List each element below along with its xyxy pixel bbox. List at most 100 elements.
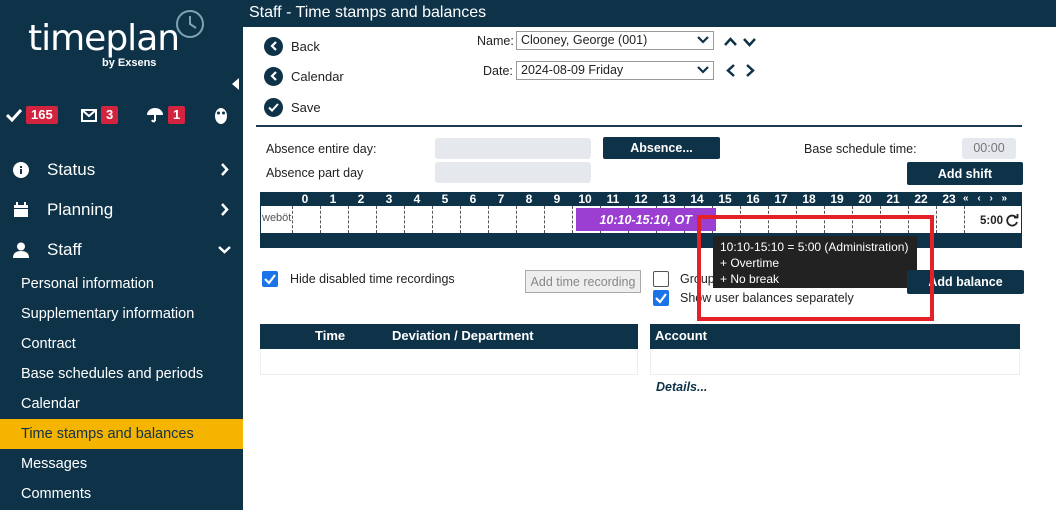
timeline-hour-label: 9 [553, 192, 561, 206]
nav-status-label: Status [47, 160, 96, 179]
nav-personal-information[interactable]: Personal information [0, 269, 243, 299]
timeline-hour-label: 5 [441, 192, 449, 206]
timeline-hour-label: 17 [774, 192, 788, 206]
nav-base-schedules[interactable]: Base schedules and periods [0, 359, 243, 389]
timeline-hour-label: 6 [469, 192, 477, 206]
save-button[interactable]: Save [264, 97, 321, 117]
add-time-recording-button[interactable]: Add time recording [525, 270, 641, 293]
timeline-hour-label: 15 [718, 192, 732, 206]
details-link[interactable]: Details... [656, 380, 707, 394]
deviation-column-header[interactable]: Deviation / Department [392, 328, 534, 343]
group-checkbox[interactable] [653, 271, 669, 287]
absence-button[interactable]: Absence... [603, 137, 720, 159]
refresh-icon[interactable] [1006, 214, 1019, 227]
save-label: Save [291, 99, 321, 115]
collapse-sidebar-icon[interactable] [232, 78, 239, 90]
calendar-label: Calendar [291, 68, 344, 84]
nav-status[interactable]: Status [0, 151, 243, 189]
timeline-total: 5:00 [980, 215, 1004, 227]
absence-entire-day-input[interactable] [435, 138, 591, 159]
date-label: Date: [483, 64, 513, 78]
absence-entire-day-label: Absence entire day: [266, 142, 377, 156]
timeline-hour-label: 16 [746, 192, 760, 206]
timeline-hour-label: 0 [301, 192, 309, 206]
timeline-hour-label: 10 [578, 192, 592, 206]
timeline-hour-separator [432, 206, 433, 233]
calendar-button[interactable]: Calendar [264, 66, 344, 86]
nav-calendar[interactable]: Calendar [0, 389, 243, 419]
envelope-icon [81, 108, 97, 122]
vacation-badge[interactable]: 1 [146, 103, 186, 127]
timeline-hour-separator [936, 206, 937, 233]
nav-planning[interactable]: Planning [0, 191, 243, 229]
timeline-hour-label: 23 [942, 192, 956, 206]
timeline-hour-separator [544, 206, 545, 233]
name-label: Name: [477, 34, 514, 48]
absence-part-day-label: Absence part day [266, 166, 364, 180]
title-bar: Staff - Time stamps and balances [243, 0, 1056, 27]
timeline-hour-separator [404, 206, 405, 233]
date-select[interactable]: 2024-08-09 Friday [516, 61, 714, 80]
date-value: 2024-08-09 Friday [521, 63, 624, 77]
base-schedule-time-value: 00:00 [962, 138, 1016, 159]
nav-supplementary-information[interactable]: Supplementary information [0, 299, 243, 329]
chevron-down-icon [218, 246, 231, 254]
timeline-hour-label: 21 [886, 192, 900, 206]
nav-messages[interactable]: Messages [0, 449, 243, 479]
back-label: Back [291, 38, 320, 54]
nav-comments[interactable]: Comments [0, 479, 243, 509]
shift-bar[interactable]: 10:10-15:10, OT [575, 208, 716, 231]
previous-day-icon[interactable] [726, 64, 736, 77]
timeline-hour-separator [376, 206, 377, 233]
account-table-header: Account [650, 324, 1020, 349]
clock-icon [176, 10, 204, 38]
previous-person-icon[interactable] [724, 37, 737, 47]
timeline-hour-label: 18 [802, 192, 816, 206]
umbrella-icon [147, 108, 163, 123]
nav-staff-label: Staff [47, 240, 82, 259]
sidebar: timeplan by Exsens 165 3 1 Status Planni [0, 0, 243, 510]
timeline-hour-separator [320, 206, 321, 233]
timeline-hour-separator [964, 206, 965, 233]
timeplan-logo: timeplan by Exsens [28, 8, 218, 78]
nav-time-stamps-balances[interactable]: Time stamps and balances [0, 419, 243, 449]
calendar-icon [14, 202, 28, 217]
time-column-header[interactable]: Time [315, 328, 345, 343]
owl-icon [215, 108, 227, 124]
hide-disabled-checkbox[interactable] [262, 271, 278, 287]
timeline-hour-separator [516, 206, 517, 233]
timeline-hour-label: 19 [830, 192, 844, 206]
time-table-body [260, 349, 638, 375]
timeline-hour-header: 0 1 2 3 4 5 6 7 8 9 10 11 12 13 14 15 16 17 18 19 20 21 22 23 [260, 192, 1022, 206]
timeline-scroll-controls[interactable]: « ‹ › » [963, 193, 1021, 205]
highlight-frame [697, 215, 934, 321]
account-column-header[interactable]: Account [655, 328, 707, 343]
base-schedule-time-label: Base schedule time: [804, 142, 917, 156]
back-button[interactable]: Back [264, 36, 320, 56]
chevron-left-icon [264, 36, 283, 56]
divider [256, 125, 1022, 127]
timeline-hour-label: 11 [606, 192, 620, 206]
approvals-count: 165 [26, 106, 58, 124]
show-user-balances-checkbox[interactable] [653, 290, 669, 306]
timeline-hour-label: 14 [690, 192, 704, 206]
next-person-icon[interactable] [743, 37, 756, 47]
nav-staff[interactable]: Staff [0, 231, 243, 269]
absence-part-day-input[interactable] [435, 162, 591, 183]
logo-text: timeplan [28, 18, 180, 59]
timeline-hour-separator [460, 206, 461, 233]
messages-badge[interactable]: 3 [81, 103, 119, 127]
approvals-badge[interactable]: 165 [6, 103, 58, 127]
time-table-header: Time Deviation / Department [260, 324, 638, 349]
timeline-row-label: weböt [262, 212, 292, 224]
next-day-icon[interactable] [745, 64, 755, 77]
name-select[interactable]: Clooney, George (001) [516, 31, 714, 50]
user-icon [13, 242, 29, 258]
name-value: Clooney, George (001) [521, 33, 648, 47]
chevron-down-icon [697, 36, 709, 44]
add-shift-button[interactable]: Add shift [907, 162, 1023, 185]
owl-icon-wrap[interactable] [214, 103, 228, 127]
nav-contract[interactable]: Contract [0, 329, 243, 359]
logo-byline: by Exsens [102, 57, 157, 69]
timeline-hour-label: 20 [858, 192, 872, 206]
